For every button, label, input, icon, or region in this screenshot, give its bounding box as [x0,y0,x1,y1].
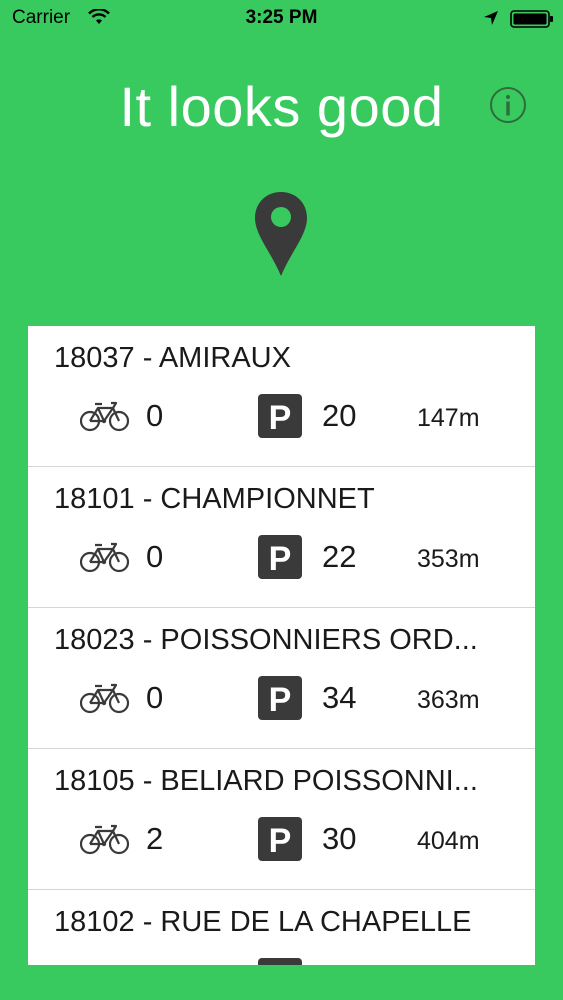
station-row[interactable]: 18102 - RUE DE LA CHAPELLE P [28,890,535,965]
parking-icon: P [258,676,302,725]
station-distance: 404m [417,827,480,855]
station-name: 18101 - CHAMPIONNET [54,483,375,515]
location-arrow-icon [483,10,499,32]
station-row[interactable]: 18023 - POISSONNIERS ORD... 0 P 34 363m [28,608,535,749]
page-title: It looks good [119,75,444,138]
svg-text:P: P [269,681,292,719]
parking-icon: P [258,958,302,965]
battery-icon [510,10,554,34]
map-pin-icon [253,190,309,283]
available-bikes: 0 [146,680,164,715]
bicycle-icon [80,963,130,965]
station-list: 18037 - AMIRAUX 0 P 20 147m 18101 - CHAM… [28,326,535,965]
station-name: 18023 - POISSONNIERS ORD... [54,624,478,656]
available-stands: 30 [322,821,357,856]
svg-text:P: P [269,822,292,860]
station-row[interactable]: 18101 - CHAMPIONNET 0 P 22 353m [28,467,535,608]
available-stands: 22 [322,539,357,574]
station-row[interactable]: 18037 - AMIRAUX 0 P 20 147m [28,326,535,467]
bicycle-icon [79,540,130,579]
available-bikes: 0 [146,539,164,574]
available-bikes: 2 [146,821,164,856]
info-icon[interactable] [489,86,527,124]
available-stands: 20 [322,398,357,433]
clock: 3:25 PM [245,7,318,28]
bicycle-icon [79,822,130,861]
station-name: 18102 - RUE DE LA CHAPELLE [54,906,472,938]
status-bar: Carrier 3:25 PM [0,0,563,40]
station-distance: 147m [417,404,480,432]
bicycle-icon [79,399,130,438]
available-stands: 34 [322,680,357,715]
parking-icon: P [258,535,302,584]
parking-icon: P [258,394,302,443]
station-name: 18037 - AMIRAUX [54,342,291,374]
svg-text:P: P [269,963,292,965]
bicycle-icon [79,681,130,720]
svg-text:P: P [269,540,292,578]
station-distance: 363m [417,686,480,714]
available-bikes: 0 [146,398,164,433]
parking-icon: P [258,817,302,866]
station-distance: 353m [417,545,480,573]
station-name: 18105 - BELIARD POISSONNI... [54,765,478,797]
svg-text:P: P [269,399,292,437]
station-row[interactable]: 18105 - BELIARD POISSONNI... 2 P 30 404m [28,749,535,890]
